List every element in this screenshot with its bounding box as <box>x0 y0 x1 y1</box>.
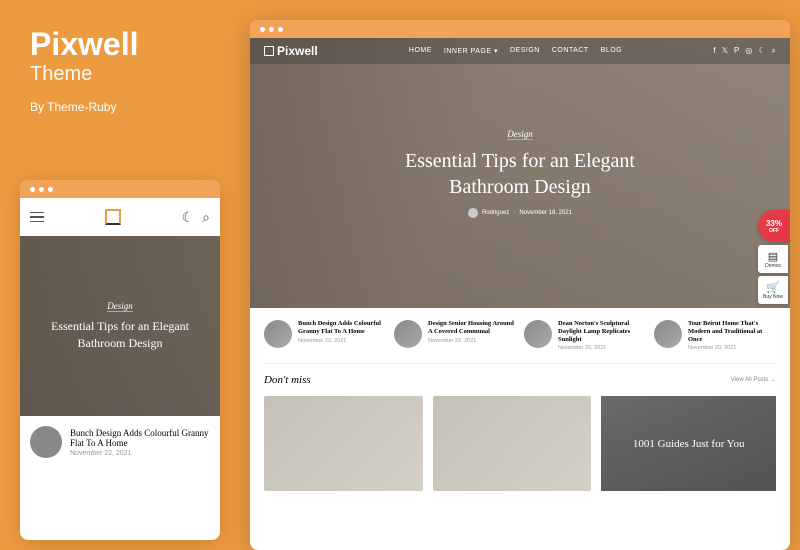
hero-meta: Rodriguez · November 18, 2021 <box>468 208 572 218</box>
hero-title: Essential Tips for an ElegantBathroom De… <box>51 318 189 352</box>
list-item[interactable]: Bunch Design Adds Colourful Granny Flat … <box>20 416 220 468</box>
pinterest-icon[interactable]: P <box>734 46 739 56</box>
mobile-hero[interactable]: Design Essential Tips for an ElegantBath… <box>20 236 220 416</box>
moon-icon[interactable]: ☾ <box>758 46 765 56</box>
buy-badge[interactable]: 🛒Buy Now <box>758 276 788 304</box>
post-row: Bunch Design Adds Colourful Granny Flat … <box>250 308 790 363</box>
theme-author: By Theme-Ruby <box>30 100 139 114</box>
view-all-link[interactable]: View All Posts → <box>731 377 776 383</box>
search-icon[interactable]: ⌕ <box>772 46 776 56</box>
list-item[interactable]: Tour Beirut Home That's Modern and Tradi… <box>654 320 776 351</box>
nav-item-contact[interactable]: CONTACT <box>552 47 589 55</box>
desktop-chrome <box>250 20 790 38</box>
instagram-icon[interactable]: ◎ <box>745 46 752 56</box>
post-date: November 22, 2021 <box>298 338 386 344</box>
hero-date: November 18, 2021 <box>519 210 572 216</box>
nav-item-design[interactable]: DESIGN <box>510 47 540 55</box>
section-title: Don't miss <box>264 374 311 386</box>
thumbnail <box>394 320 422 348</box>
grid-card[interactable] <box>433 396 592 491</box>
facebook-icon[interactable]: f <box>713 46 715 56</box>
social-icons: f 𝕏 P ◎ ☾ ⌕ <box>713 46 776 56</box>
post-date: November 20, 2021 <box>688 345 776 351</box>
mobile-preview: ☾ ⌕ Design Essential Tips for an Elegant… <box>20 180 220 540</box>
nav-item-inner[interactable]: INNER PAGE ▾ <box>444 47 498 55</box>
post-title: Tour Beirut Home That's Modern and Tradi… <box>688 320 776 343</box>
hero-title: Essential Tips for an ElegantBathroom De… <box>405 148 635 200</box>
logo-icon <box>264 46 274 56</box>
floating-badges: 33%OFF ▤Demos 🛒Buy Now <box>758 210 790 304</box>
hero-section[interactable]: Design Essential Tips for an ElegantBath… <box>250 38 790 308</box>
category-tag: Design <box>507 129 533 140</box>
list-item[interactable]: Design Senior Housing Around A Covered C… <box>394 320 516 351</box>
post-title: Bunch Design Adds Colourful Granny Flat … <box>70 428 210 448</box>
twitter-icon[interactable]: 𝕏 <box>722 46 728 56</box>
menu-icon[interactable] <box>30 212 44 223</box>
mobile-header: ☾ ⌕ <box>20 198 220 236</box>
nav-item-home[interactable]: HOME <box>409 47 432 55</box>
category-tag: Design <box>107 301 133 312</box>
cart-icon: 🛒 <box>766 281 780 294</box>
logo[interactable]: Pixwell <box>264 44 318 58</box>
post-title: Dean Norton's Sculptural Daylight Lamp R… <box>558 320 646 343</box>
avatar <box>468 208 478 218</box>
promo-block: Pixwell Theme By Theme-Ruby <box>30 26 139 114</box>
thumbnail <box>524 320 552 348</box>
grid-card[interactable] <box>264 396 423 491</box>
thumbnail <box>654 320 682 348</box>
theme-title: Pixwell <box>30 26 139 63</box>
post-date: November 20, 2021 <box>558 345 646 351</box>
layers-icon: ▤ <box>768 250 778 263</box>
thumbnail <box>264 320 292 348</box>
mobile-chrome <box>20 180 220 198</box>
demos-badge[interactable]: ▤Demos <box>758 245 788 273</box>
post-date: November 22, 2021 <box>70 450 210 457</box>
post-title: Bunch Design Adds Colourful Granny Flat … <box>298 320 386 336</box>
list-item[interactable]: Dean Norton's Sculptural Daylight Lamp R… <box>524 320 646 351</box>
sidebar-promo[interactable]: 1001 Guides Just for You <box>601 396 776 491</box>
section-header: Don't miss View All Posts → <box>250 364 790 390</box>
thumbnail <box>30 426 62 458</box>
post-date: November 22, 2021 <box>428 338 516 344</box>
theme-subtitle: Theme <box>30 63 139 86</box>
author-name: Rodriguez <box>482 210 509 216</box>
top-nav: Pixwell HOME INNER PAGE ▾ DESIGN CONTACT… <box>250 38 790 64</box>
moon-icon[interactable]: ☾ <box>182 209 195 226</box>
desktop-preview: Pixwell HOME INNER PAGE ▾ DESIGN CONTACT… <box>250 20 790 550</box>
nav-menu: HOME INNER PAGE ▾ DESIGN CONTACT BLOG <box>409 47 622 55</box>
nav-item-blog[interactable]: BLOG <box>601 47 622 55</box>
discount-badge[interactable]: 33%OFF <box>758 210 790 242</box>
logo-icon[interactable] <box>105 209 121 225</box>
grid-row: 1001 Guides Just for You <box>250 390 790 497</box>
search-icon[interactable]: ⌕ <box>202 209 210 226</box>
post-title: Design Senior Housing Around A Covered C… <box>428 320 516 336</box>
list-item[interactable]: Bunch Design Adds Colourful Granny Flat … <box>264 320 386 351</box>
